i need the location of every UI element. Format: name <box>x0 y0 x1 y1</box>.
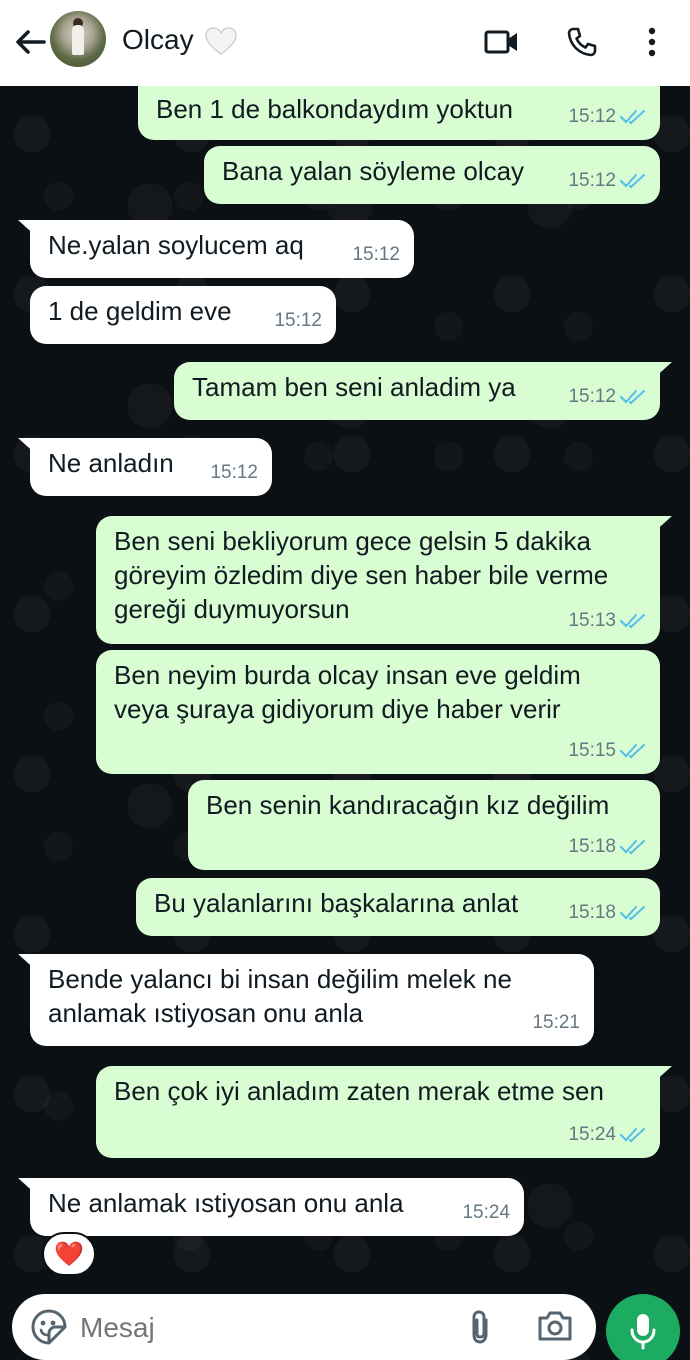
contact-name-text: Olcay <box>122 24 194 55</box>
message-time: 15:24 <box>568 1124 616 1145</box>
message-meta: 15:13 <box>568 604 646 638</box>
red-heart-reaction: ❤️ <box>54 1240 84 1268</box>
message-bubble-outgoing[interactable]: Bu yalanlarını başkalarına anlat 15:18 <box>136 878 660 936</box>
double-check-icon <box>620 390 645 405</box>
message-time: 15:12 <box>274 310 322 331</box>
message-bubble-outgoing[interactable]: Ben seni bekliyorum gece gelsin 5 dakika… <box>96 516 672 644</box>
message-input[interactable] <box>80 1312 440 1344</box>
message-time: 15:12 <box>210 462 258 483</box>
message-meta: 15:12 <box>274 304 322 338</box>
message-time: 15:12 <box>568 106 616 127</box>
microphone-icon <box>630 1314 656 1350</box>
message-meta: 15:24 <box>462 1196 510 1230</box>
bubble-tail <box>652 362 672 380</box>
camera-icon <box>538 1311 572 1341</box>
message-time: 15:24 <box>462 1202 510 1223</box>
double-check-icon <box>620 614 645 629</box>
message-meta: 15:18 <box>568 896 646 930</box>
voice-message-button[interactable] <box>606 1294 680 1360</box>
message-bubble-outgoing[interactable]: Ben neyim burda olcay insan eve geldim v… <box>96 650 660 774</box>
message-meta: 15:21 <box>532 1006 580 1040</box>
more-options-icon <box>648 27 656 57</box>
message-time: 15:18 <box>568 902 616 923</box>
video-call-button[interactable] <box>482 22 522 62</box>
emoji-button[interactable] <box>30 1308 68 1351</box>
message-text: Ne anlamak ıstiyosan onu anla <box>48 1188 404 1218</box>
double-check-icon <box>620 906 645 921</box>
voice-call-button[interactable] <box>562 22 602 62</box>
back-arrow-icon <box>16 30 46 54</box>
message-bubble-outgoing[interactable]: Ben çok iyi anladım zaten merak etme sen… <box>96 1066 672 1158</box>
bubble-tail <box>18 438 38 456</box>
avatar[interactable] <box>50 11 106 67</box>
video-call-icon <box>484 30 517 54</box>
attach-button[interactable] <box>464 1308 496 1351</box>
message-bubble-outgoing[interactable]: Ben senin kandıracağın kız değilim 15:18 <box>188 780 660 870</box>
bubble-tail <box>652 1066 672 1084</box>
avatar-figure-body <box>72 25 84 55</box>
phone-icon <box>567 27 597 57</box>
message-text: Ben seni bekliyorum gece gelsin 5 dakika… <box>114 526 616 624</box>
message-meta: 15:18 <box>568 830 646 864</box>
message-meta: 15:12 <box>210 456 258 490</box>
message-text: Ne.yalan soylucem aq <box>48 230 304 260</box>
more-options-button[interactable] <box>632 22 672 62</box>
message-time: 15:12 <box>568 170 616 191</box>
message-bubble-incoming[interactable]: Ne.yalan soylucem aq 15:12 <box>18 220 414 278</box>
message-meta: 15:15 <box>568 734 646 768</box>
bubble-tail <box>18 1178 38 1196</box>
message-composer <box>12 1294 596 1360</box>
message-meta: 15:12 <box>568 164 646 198</box>
message-bubble-outgoing[interactable]: Bana yalan söyleme olcay 15:12 <box>204 146 660 204</box>
sticker-emoji-icon <box>31 1309 67 1345</box>
message-time: 15:12 <box>352 244 400 265</box>
message-bubble-incoming[interactable]: Ne anladın 15:12 <box>18 438 272 496</box>
bubble-tail <box>18 954 38 972</box>
message-time: 15:18 <box>568 836 616 857</box>
white-heart-icon <box>205 27 237 55</box>
message-bubble-outgoing[interactable]: Tamam ben seni anladim ya 15:12 <box>174 362 672 420</box>
message-text: Ben çok iyi anladım zaten merak etme sen <box>114 1076 604 1106</box>
message-meta: 15:24 <box>568 1118 646 1152</box>
camera-button[interactable] <box>536 1308 574 1349</box>
double-check-icon <box>620 174 645 189</box>
message-time: 15:13 <box>568 610 616 631</box>
back-button[interactable] <box>10 22 50 62</box>
message-bubble-incoming[interactable]: Bende yalancı bi insan değilim melek ne … <box>18 954 594 1046</box>
bubble-tail <box>652 516 672 534</box>
message-text: Ben senin kandıracağın kız değilim <box>206 790 610 820</box>
message-text: Bende yalancı bi insan değilim melek ne … <box>48 964 520 1028</box>
message-meta: 15:12 <box>568 100 646 134</box>
message-bubble-incoming[interactable]: Ne anlamak ıstiyosan onu anla 15:24 <box>18 1178 524 1236</box>
message-reaction[interactable]: ❤️ <box>42 1232 96 1276</box>
message-meta: 15:12 <box>568 380 646 414</box>
chat-header: Olcay <box>0 0 690 86</box>
message-bubble-outgoing[interactable]: Ben 1 de balkondaydım yoktun 15:12 <box>138 86 660 140</box>
double-check-icon <box>620 110 645 125</box>
double-check-icon <box>620 1128 645 1143</box>
message-time: 15:15 <box>568 740 616 761</box>
contact-name[interactable]: Olcay <box>122 24 194 56</box>
message-meta: 15:12 <box>352 238 400 272</box>
message-time: 15:21 <box>532 1012 580 1033</box>
double-check-icon <box>620 744 645 759</box>
double-check-icon <box>620 840 645 855</box>
message-bubble-incoming[interactable]: 1 de geldim eve 15:12 <box>30 286 336 344</box>
bubble-tail <box>18 220 38 238</box>
message-text: Ben neyim burda olcay insan eve geldim v… <box>114 660 589 724</box>
paperclip-icon <box>472 1310 488 1344</box>
message-time: 15:12 <box>568 386 616 407</box>
